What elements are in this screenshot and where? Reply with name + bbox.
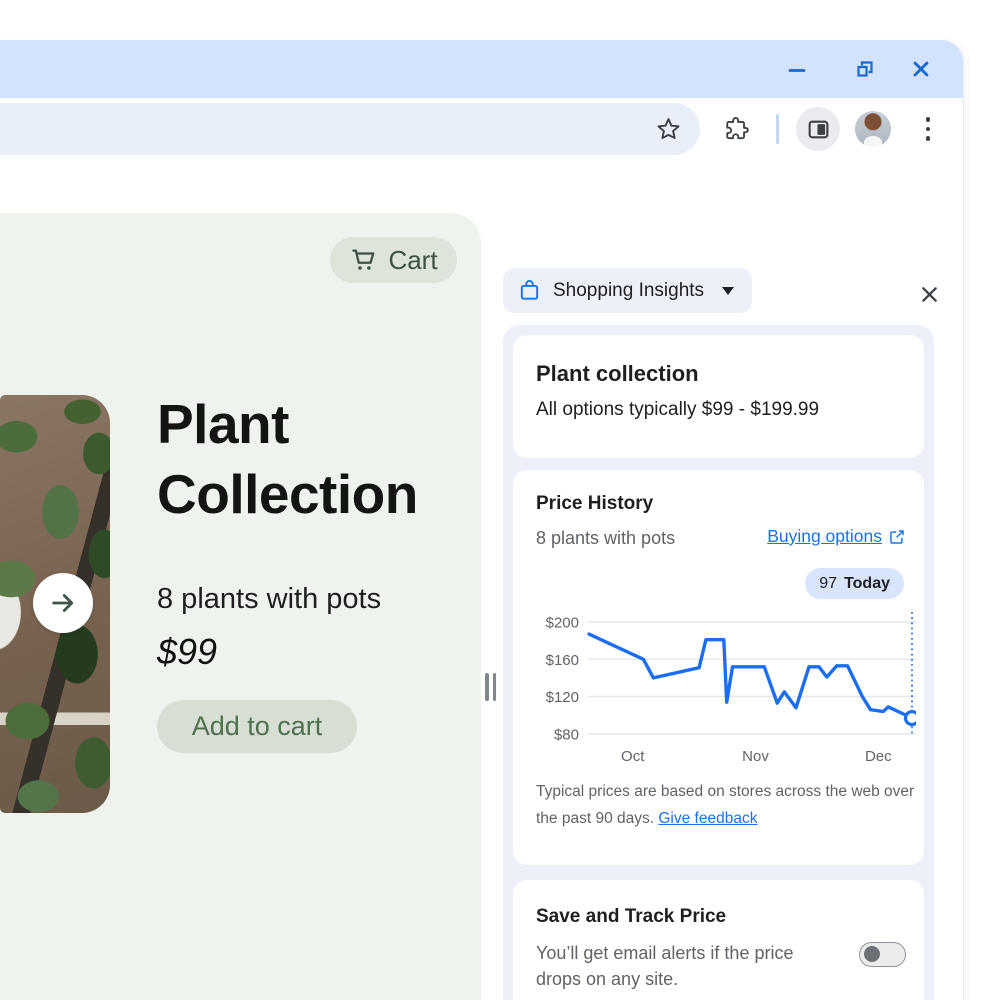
chart-footnote: Typical prices are based on stores acros… [536,778,914,832]
price-history-subtitle: 8 plants with pots [536,528,676,548]
track-body-line2: drops on any site. [536,969,679,989]
price-history-chart: $200 $160 $120 $80 Oct Nov Dec [546,612,921,765]
extensions-button[interactable] [714,98,760,160]
track-price-title: Save and Track Price [536,906,727,927]
toggle-knob [864,946,880,962]
minimize-icon [788,69,806,72]
product-page: Cart Plant Collection 8 plants with pots… [0,213,481,1000]
menu-dot [925,126,931,132]
give-feedback-link[interactable]: Give feedback [658,810,757,827]
star-icon [657,117,679,139]
side-panel-button-bg [796,107,840,151]
browser-window: Cart Plant Collection 8 plants with pots… [0,40,963,1000]
footnote-line1: Typical prices are based on stores acros… [536,783,915,800]
svg-text:$80: $80 [554,726,579,743]
summary-card-title: Plant collection [536,361,699,386]
cart-button[interactable]: Cart [330,237,457,283]
cart-button-label: Cart [388,244,438,275]
svg-text:$120: $120 [546,689,579,706]
bookmark-star-button[interactable] [645,98,691,160]
product-price: $99 [157,631,218,672]
shopping-cart-icon [352,249,375,270]
track-price-body: You’ll get email alerts if the price dro… [536,940,826,992]
arrow-right-icon [52,594,74,612]
shopping-insights-dropdown[interactable]: Shopping Insights [503,268,753,313]
caret-down-icon [722,286,735,295]
svg-text:$160: $160 [546,652,579,669]
price-history-title: Price History [536,493,654,514]
insights-cards-container: Plant collection All options typically $… [503,325,934,1000]
product-title-line1: Plant [157,393,289,455]
side-panel-icon [808,120,828,138]
browser-menu-button[interactable] [910,98,946,160]
summary-card: Plant collection All options typically $… [513,335,924,458]
track-price-card: Save and Track Price You’ll get email al… [513,880,924,1000]
svg-text:$200: $200 [546,615,579,632]
restore-icon [857,61,873,77]
menu-dot [925,136,931,141]
svg-text:Oct: Oct [621,748,645,765]
today-price: 97 [819,574,838,592]
close-window-icon [913,61,929,77]
product-title-line2: Collection [157,463,418,525]
buying-options-link[interactable]: Buying options [767,526,906,547]
toolbar-separator [776,114,779,144]
side-panel-title: Shopping Insights [553,279,705,301]
puzzle-piece-icon [726,117,749,140]
product-title: Plant Collection [157,389,418,529]
footnote-line2: the past 90 days. [536,810,655,827]
close-icon [921,286,937,302]
minimize-button[interactable] [775,40,819,98]
avatar [855,111,891,147]
side-panel-close-button[interactable] [916,281,942,307]
profile-button[interactable] [853,98,893,160]
product-subtitle: 8 plants with pots [157,583,382,615]
restore-button[interactable] [843,40,887,98]
today-price-badge: 97 Today [805,568,904,599]
add-to-cart-button[interactable]: Add to cart [157,700,357,753]
address-bar[interactable] [0,103,700,155]
screenshot-root: Cart Plant Collection 8 plants with pots… [0,0,1000,1000]
shopping-bag-icon [520,280,539,300]
price-history-chart-container: $200 $160 $120 $80 Oct Nov Dec [531,605,921,772]
carousel-next-button[interactable] [33,573,93,633]
menu-dot [925,117,931,122]
summary-card-subtitle: All options typically $99 - $199.99 [536,399,820,420]
side-panel-resize-handle[interactable] [485,673,496,701]
price-history-card: Price History 8 plants with pots Buying … [513,470,924,865]
svg-text:Nov: Nov [742,748,769,765]
browser-toolbar [0,98,963,160]
window-titlebar [0,40,963,98]
svg-text:Dec: Dec [865,748,892,765]
today-label: Today [844,574,890,592]
close-window-button[interactable] [899,40,943,98]
buying-options-label: Buying options [767,526,882,546]
track-body-line1: You’ll get email alerts if the price [536,943,794,963]
price-alert-toggle[interactable] [859,942,906,967]
side-panel-button[interactable] [796,98,840,160]
open-in-new-icon [890,529,904,544]
